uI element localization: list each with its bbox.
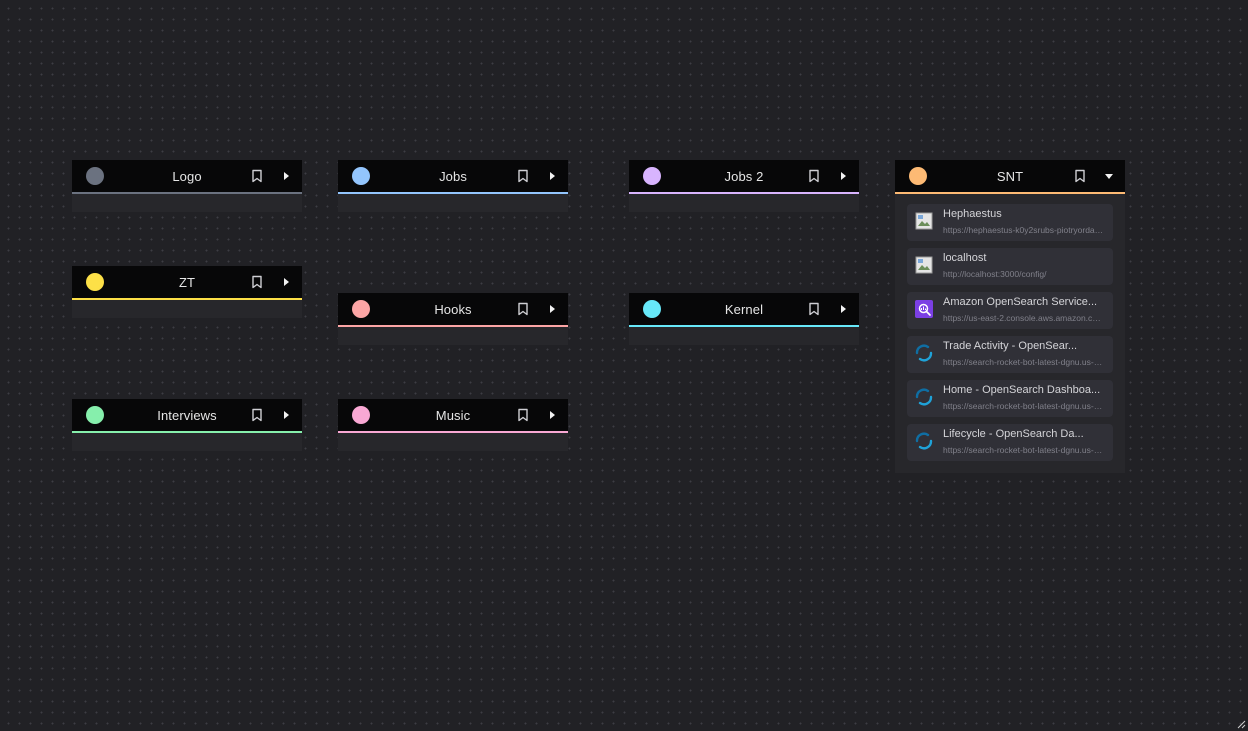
tab-url: https://search-rocket-bot-latest-dgnu.us… xyxy=(943,445,1105,455)
opensearch-icon xyxy=(915,388,933,406)
group-color-dot[interactable] xyxy=(643,167,661,185)
tab-title: Home - OpenSearch Dashboa... xyxy=(943,384,1101,396)
group-title: Logo xyxy=(172,168,202,184)
group-header[interactable]: Jobs xyxy=(338,160,568,194)
tab-title: Amazon OpenSearch Service... xyxy=(943,296,1098,308)
tab-item[interactable]: Home - OpenSearch Dashboa... https://sea… xyxy=(907,380,1113,417)
tab-item[interactable]: Hephaestus https://hephaestus-k0y2srubs-… xyxy=(907,204,1113,241)
tab-group-kernel[interactable]: Kernel xyxy=(629,293,859,345)
group-body-collapsed xyxy=(629,194,859,212)
caret-right-icon[interactable] xyxy=(278,168,294,184)
group-color-dot[interactable] xyxy=(909,167,927,185)
tab-url: https://search-rocket-bot-latest-dgnu.us… xyxy=(943,401,1105,411)
tab-group-jobs-2[interactable]: Jobs 2 xyxy=(629,160,859,212)
group-header[interactable]: Music xyxy=(338,399,568,433)
group-title: Jobs xyxy=(439,168,467,184)
tab-title: localhost xyxy=(943,252,987,264)
bookmark-icon[interactable] xyxy=(515,301,531,317)
group-header[interactable]: Interviews xyxy=(72,399,302,433)
caret-right-icon[interactable] xyxy=(835,301,851,317)
caret-right-icon[interactable] xyxy=(544,407,560,423)
group-title: ZT xyxy=(178,274,196,290)
bookmark-icon[interactable] xyxy=(249,168,265,184)
group-color-dot[interactable] xyxy=(643,300,661,318)
group-header[interactable]: Kernel xyxy=(629,293,859,327)
group-title: Interviews xyxy=(157,407,217,423)
group-header[interactable]: Jobs 2 xyxy=(629,160,859,194)
group-title: Music xyxy=(435,407,471,423)
tab-group-snt[interactable]: SNT Hephaestus https://hephaestus-k0y2sr… xyxy=(895,160,1125,473)
tab-item[interactable]: Trade Activity - OpenSear... https://sea… xyxy=(907,336,1113,373)
resize-handle-icon[interactable] xyxy=(1236,719,1246,729)
caret-down-icon[interactable] xyxy=(1101,168,1117,184)
group-header[interactable]: Logo xyxy=(72,160,302,194)
tab-group-music[interactable]: Music xyxy=(338,399,568,451)
opensearch-icon xyxy=(915,344,933,362)
group-color-dot[interactable] xyxy=(86,273,104,291)
tab-group-jobs[interactable]: Jobs xyxy=(338,160,568,212)
tab-url: https://search-rocket-bot-latest-dgnu.us… xyxy=(943,357,1105,367)
tab-group-hooks[interactable]: Hooks xyxy=(338,293,568,345)
group-header[interactable]: ZT xyxy=(72,266,302,300)
group-body-collapsed xyxy=(338,194,568,212)
group-color-dot[interactable] xyxy=(352,406,370,424)
group-header[interactable]: SNT xyxy=(895,160,1125,194)
group-color-dot[interactable] xyxy=(86,406,104,424)
group-tab-list: Hephaestus https://hephaestus-k0y2srubs-… xyxy=(895,194,1125,473)
bookmark-icon[interactable] xyxy=(249,274,265,290)
group-title: Hooks xyxy=(434,301,472,317)
bookmark-icon[interactable] xyxy=(806,301,822,317)
bookmark-icon[interactable] xyxy=(1072,168,1088,184)
caret-right-icon[interactable] xyxy=(278,274,294,290)
tab-url: https://hephaestus-k0y2srubs-piotryordan… xyxy=(943,225,1105,235)
group-header[interactable]: Hooks xyxy=(338,293,568,327)
group-title: Jobs 2 xyxy=(724,168,764,184)
group-body-collapsed xyxy=(338,327,568,345)
tab-title: Hephaestus xyxy=(943,208,1002,220)
opensearch-icon xyxy=(915,432,933,450)
group-body-collapsed xyxy=(72,194,302,212)
tab-group-zt[interactable]: ZT xyxy=(72,266,302,318)
group-body-collapsed xyxy=(629,327,859,345)
caret-right-icon[interactable] xyxy=(544,301,560,317)
bookmark-icon[interactable] xyxy=(515,168,531,184)
group-title: SNT xyxy=(996,168,1024,184)
tab-title: Trade Activity - OpenSear... xyxy=(943,340,1078,352)
tab-title: Lifecycle - OpenSearch Da... xyxy=(943,428,1084,440)
bookmark-icon[interactable] xyxy=(515,407,531,423)
tab-item[interactable]: Lifecycle - OpenSearch Da... https://sea… xyxy=(907,424,1113,461)
tab-item[interactable]: Amazon OpenSearch Service... https://us-… xyxy=(907,292,1113,329)
group-body-collapsed xyxy=(72,433,302,451)
group-body-collapsed xyxy=(338,433,568,451)
broken-image-icon xyxy=(915,256,933,274)
tab-group-logo[interactable]: Logo xyxy=(72,160,302,212)
bookmark-icon[interactable] xyxy=(249,407,265,423)
tab-url: https://us-east-2.console.aws.amazon.com… xyxy=(943,313,1105,323)
group-color-dot[interactable] xyxy=(352,167,370,185)
opensearch-service-icon xyxy=(915,300,933,318)
caret-right-icon[interactable] xyxy=(544,168,560,184)
caret-right-icon[interactable] xyxy=(835,168,851,184)
group-color-dot[interactable] xyxy=(86,167,104,185)
group-color-dot[interactable] xyxy=(352,300,370,318)
tab-item[interactable]: localhost http://localhost:3000/config/ xyxy=(907,248,1113,285)
bookmark-icon[interactable] xyxy=(806,168,822,184)
group-body-collapsed xyxy=(72,300,302,318)
tab-group-interviews[interactable]: Interviews xyxy=(72,399,302,451)
broken-image-icon xyxy=(915,212,933,230)
group-title: Kernel xyxy=(724,301,764,317)
caret-right-icon[interactable] xyxy=(278,407,294,423)
tab-url: http://localhost:3000/config/ xyxy=(943,269,1047,279)
